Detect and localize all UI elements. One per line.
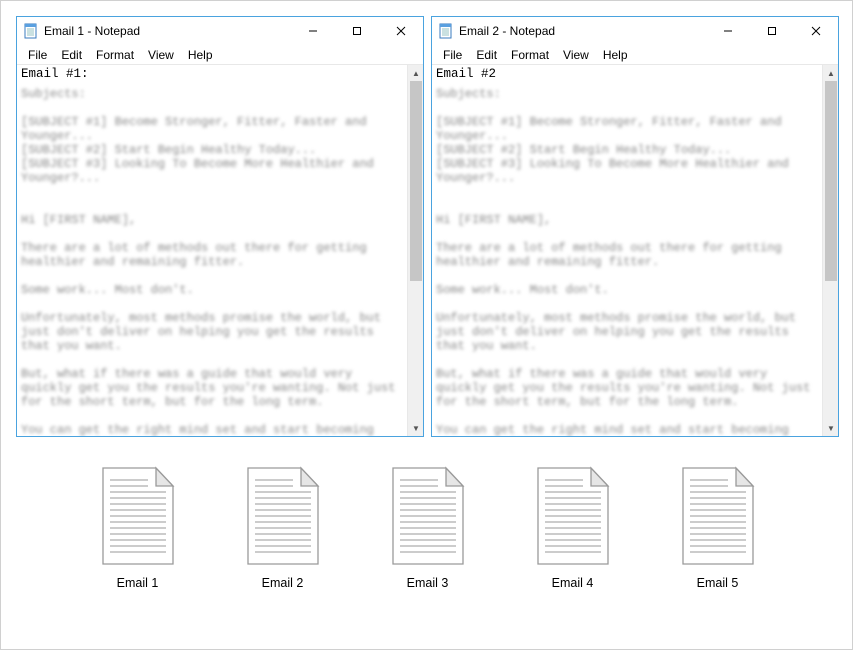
file-label: Email 1 [117, 576, 159, 590]
notepad-window-2: Email 2 - Notepad File Edit Format View … [431, 16, 839, 437]
maximize-button[interactable] [750, 17, 794, 45]
file-icon-row: Email 1 Email 2 [1, 466, 853, 590]
notepad-icon [438, 23, 454, 39]
text-document-icon [678, 466, 758, 566]
menu-edit[interactable]: Edit [54, 46, 89, 64]
menubar: File Edit Format View Help [17, 45, 423, 65]
close-button[interactable] [794, 17, 838, 45]
notepad-window-1: Email 1 - Notepad File Edit Format View … [16, 16, 424, 437]
menu-format[interactable]: Format [89, 46, 141, 64]
menu-help[interactable]: Help [596, 46, 635, 64]
notepad-icon [23, 23, 39, 39]
scroll-thumb[interactable] [825, 81, 837, 281]
window-title: Email 1 - Notepad [44, 24, 291, 38]
text-editor[interactable]: Email #2 Subjects: [SUBJECT #1] Become S… [432, 65, 822, 436]
menu-edit[interactable]: Edit [469, 46, 504, 64]
close-button[interactable] [379, 17, 423, 45]
minimize-button[interactable] [706, 17, 750, 45]
menubar: File Edit Format View Help [432, 45, 838, 65]
titlebar[interactable]: Email 2 - Notepad [432, 17, 838, 45]
text-document-icon [243, 466, 323, 566]
content-area: Email #2 Subjects: [SUBJECT #1] Become S… [432, 65, 838, 436]
file-item-1[interactable]: Email 1 [93, 466, 183, 590]
file-item-3[interactable]: Email 3 [383, 466, 473, 590]
file-item-2[interactable]: Email 2 [238, 466, 328, 590]
window-controls [706, 17, 838, 45]
scroll-down-arrow[interactable]: ▼ [408, 420, 423, 436]
scroll-thumb[interactable] [410, 81, 422, 281]
scroll-up-arrow[interactable]: ▲ [823, 65, 838, 81]
menu-format[interactable]: Format [504, 46, 556, 64]
editor-first-line: Email #1: [21, 67, 403, 81]
menu-view[interactable]: View [556, 46, 596, 64]
text-editor[interactable]: Email #1: Subjects: [SUBJECT #1] Become … [17, 65, 407, 436]
menu-file[interactable]: File [21, 46, 54, 64]
file-label: Email 4 [552, 576, 594, 590]
file-label: Email 2 [262, 576, 304, 590]
text-document-icon [533, 466, 613, 566]
window-controls [291, 17, 423, 45]
vertical-scrollbar[interactable]: ▲ ▼ [407, 65, 423, 436]
scroll-up-arrow[interactable]: ▲ [408, 65, 423, 81]
editor-first-line: Email #2 [436, 67, 818, 81]
file-label: Email 5 [697, 576, 739, 590]
vertical-scrollbar[interactable]: ▲ ▼ [822, 65, 838, 436]
menu-help[interactable]: Help [181, 46, 220, 64]
scroll-down-arrow[interactable]: ▼ [823, 420, 838, 436]
maximize-button[interactable] [335, 17, 379, 45]
file-label: Email 3 [407, 576, 449, 590]
minimize-button[interactable] [291, 17, 335, 45]
menu-file[interactable]: File [436, 46, 469, 64]
editor-body: Subjects: [SUBJECT #1] Become Stronger, … [21, 87, 403, 436]
window-title: Email 2 - Notepad [459, 24, 706, 38]
content-area: Email #1: Subjects: [SUBJECT #1] Become … [17, 65, 423, 436]
text-document-icon [388, 466, 468, 566]
titlebar[interactable]: Email 1 - Notepad [17, 17, 423, 45]
menu-view[interactable]: View [141, 46, 181, 64]
editor-body: Subjects: [SUBJECT #1] Become Stronger, … [436, 87, 818, 436]
text-document-icon [98, 466, 178, 566]
file-item-5[interactable]: Email 5 [673, 466, 763, 590]
file-item-4[interactable]: Email 4 [528, 466, 618, 590]
